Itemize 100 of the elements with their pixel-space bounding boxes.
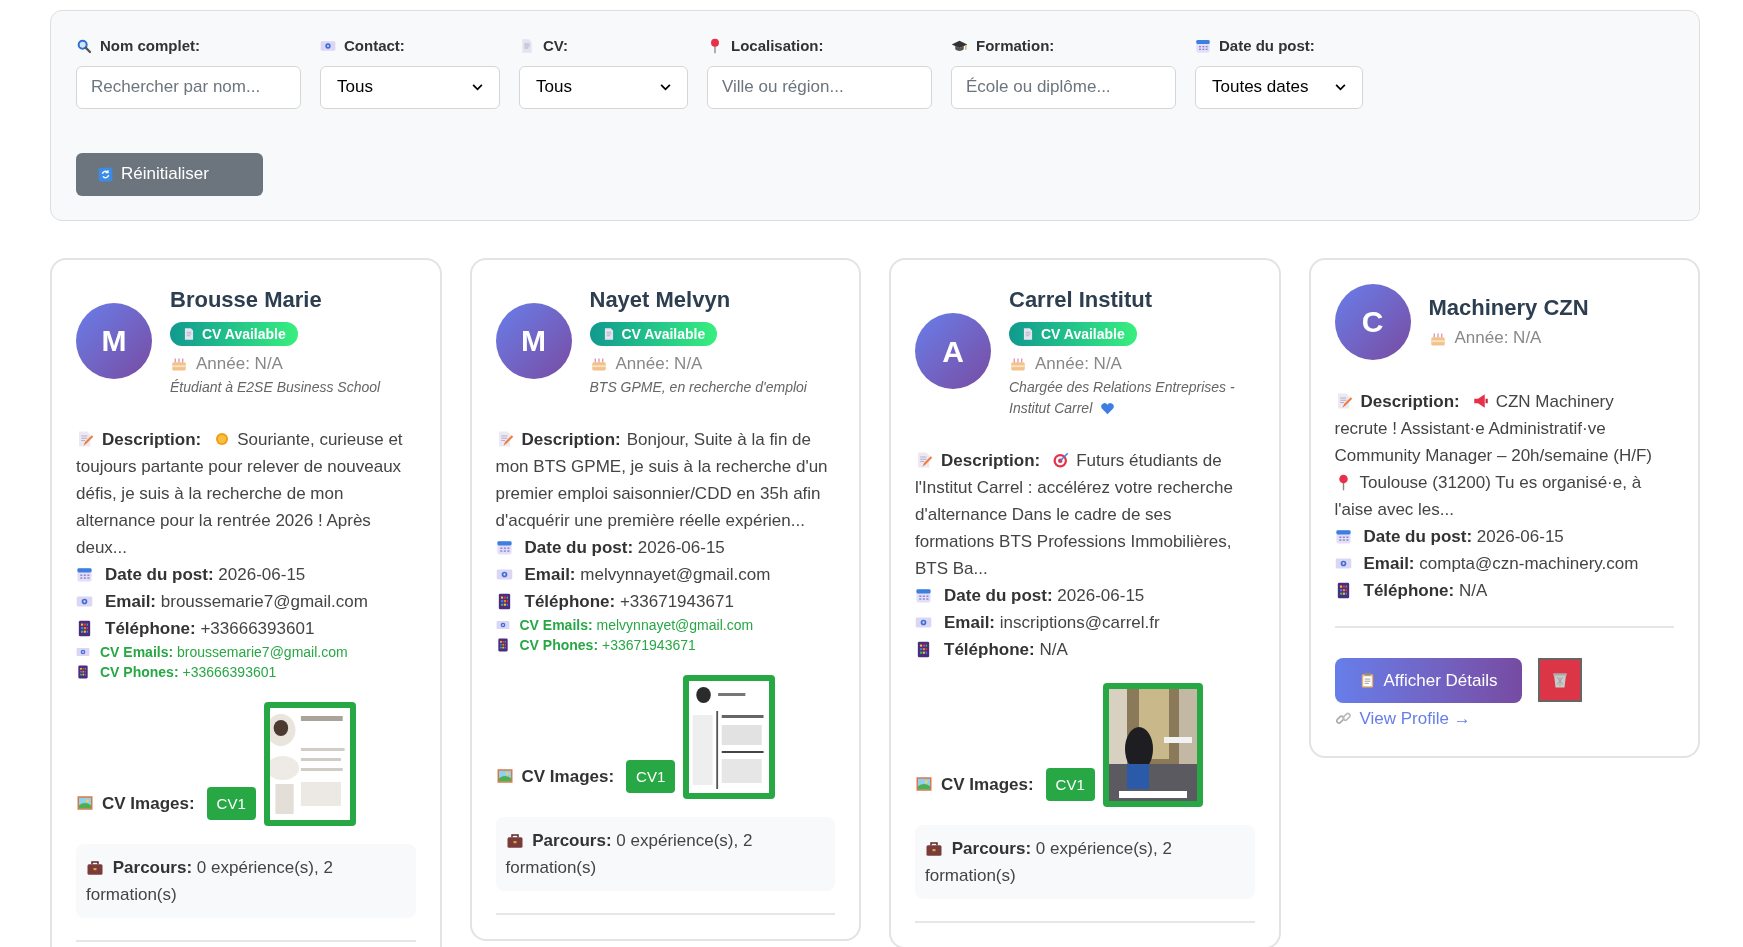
candidate-name: Brousse Marie bbox=[170, 285, 322, 314]
field-text: Téléphone: +33671943671 bbox=[524, 590, 734, 613]
delete-button[interactable] bbox=[1537, 658, 1582, 702]
field-text: Email: inscriptions@carrel.fr bbox=[944, 611, 1160, 634]
filter-label: Date du post: bbox=[1219, 36, 1315, 56]
cv-available-badge: CV Available bbox=[170, 321, 298, 346]
field-text: Téléphone: N/A bbox=[1363, 579, 1488, 602]
field-text: CV Phones: +33666393601 bbox=[100, 662, 277, 682]
cv-link-button[interactable]: CV1 bbox=[1045, 767, 1095, 801]
memo-icon bbox=[76, 430, 94, 448]
filter-label: Contact: bbox=[344, 36, 405, 56]
field-text: Date du post: 2026-06-15 bbox=[105, 563, 306, 586]
field-text: Téléphone: N/A bbox=[944, 638, 1068, 661]
cv-available-badge: CV Available bbox=[589, 321, 718, 346]
description-text: l'aise avec les... bbox=[1334, 498, 1455, 521]
candidate-name: Carrel Institut bbox=[1009, 285, 1153, 314]
description-label: Description: bbox=[521, 428, 621, 451]
document-icon bbox=[519, 38, 535, 55]
image-icon bbox=[76, 794, 94, 812]
filter-label: Formation: bbox=[976, 36, 1055, 56]
document-icon bbox=[182, 326, 196, 341]
filter-label: Nom complet: bbox=[100, 36, 200, 56]
memo-icon bbox=[915, 451, 933, 469]
description-label: Description: bbox=[941, 449, 1041, 472]
field-text: Date du post: 2026-06-15 bbox=[524, 536, 725, 559]
chevron-down-icon bbox=[472, 83, 483, 91]
cv-thumbnail[interactable] bbox=[1102, 682, 1203, 807]
cv-images-label: CV Images: bbox=[102, 792, 195, 815]
description-text: Bonjour, Suite à la fin de bbox=[626, 428, 811, 451]
cv-thumbnail[interactable] bbox=[263, 701, 356, 826]
parcours-text: Parcours: 0 expérience(s), 2 formation(s) bbox=[925, 837, 1173, 887]
candidate-name: Nayet Melvyn bbox=[589, 285, 731, 314]
input-field[interactable]: École ou diplôme... bbox=[951, 65, 1176, 109]
field-text: CV Phones: +33671943671 bbox=[519, 635, 696, 655]
avatar: M bbox=[76, 302, 152, 379]
calendar-icon bbox=[1195, 38, 1211, 55]
avatar: A bbox=[915, 313, 991, 389]
refresh-icon bbox=[98, 166, 113, 182]
description-text: toujours partante pour relever de nouveaux défis, je suis à la recherche de mon alternance pour la rentrée 2026 ! Après deux... bbox=[76, 455, 403, 559]
heart-icon bbox=[1100, 400, 1116, 416]
cv-link-button[interactable]: CV1 bbox=[206, 786, 256, 820]
description-text: l'Institut Carrel : accélérez votre recherche d'alternance Dans le cadre de ses formations BTS Professions Immobilières, BTS Ba... bbox=[915, 476, 1234, 580]
select-field[interactable]: Tous bbox=[519, 65, 688, 109]
input-field[interactable]: Ville ou région... bbox=[707, 65, 932, 109]
briefcase-icon bbox=[86, 859, 104, 877]
input-field[interactable]: Rechercher par nom... bbox=[76, 65, 301, 109]
chevron-down-icon bbox=[1335, 83, 1346, 91]
reset-button[interactable]: Réinitialiser bbox=[76, 152, 263, 196]
field-text: Téléphone: +33666393601 bbox=[105, 617, 315, 640]
image-icon bbox=[495, 767, 514, 785]
phone-icon bbox=[76, 664, 90, 679]
field-text: Date du post: 2026-06-15 bbox=[944, 584, 1145, 607]
briefcase-icon bbox=[505, 832, 524, 850]
select-field[interactable]: Tous bbox=[320, 65, 500, 109]
field-text: Email: broussemarie7@gmail.com bbox=[105, 590, 368, 613]
year-text: Année: N/A bbox=[1454, 327, 1542, 349]
view-profile-link[interactable]: View Profile → bbox=[1334, 704, 1471, 732]
calendar-icon bbox=[1334, 527, 1352, 545]
parcours-text: Parcours: 0 expérience(s), 2 formation(s) bbox=[505, 829, 754, 879]
description-label: Description: bbox=[1360, 390, 1460, 413]
headline-text: Chargée des Relations Entreprises - bbox=[1009, 377, 1235, 397]
avatar: M bbox=[495, 302, 572, 379]
candidate-name: Machinery CZN bbox=[1428, 294, 1589, 322]
headline-text: BTS GPME, en recherche d'emploi bbox=[589, 377, 807, 397]
calendar-icon bbox=[76, 565, 93, 583]
cv-thumbnail[interactable] bbox=[683, 674, 776, 799]
document-icon bbox=[1021, 326, 1035, 341]
phone-icon bbox=[495, 637, 510, 652]
description-text: CZN Machinery bbox=[1495, 390, 1614, 413]
field-text: CV Emails: melvynnayet@gmail.com bbox=[519, 615, 754, 635]
image-icon bbox=[915, 775, 933, 793]
avatar: C bbox=[1334, 283, 1411, 360]
trash-icon bbox=[1550, 671, 1569, 689]
cv-link-button[interactable]: CV1 bbox=[626, 759, 676, 793]
year-text: Année: N/A bbox=[615, 352, 703, 375]
filter-label: Localisation: bbox=[731, 36, 824, 56]
select-field[interactable]: Toutes dates bbox=[1195, 65, 1363, 109]
briefcase-icon bbox=[925, 840, 943, 858]
description-text: Futurs étudiants de bbox=[1076, 449, 1222, 472]
details-button[interactable]: Afficher Détails bbox=[1334, 657, 1522, 703]
year-text: Année: N/A bbox=[1035, 352, 1122, 375]
cv-available-badge: CV Available bbox=[1009, 321, 1137, 346]
chevron-down-icon bbox=[660, 83, 671, 91]
cv-images-label: CV Images: bbox=[521, 765, 615, 788]
description-text: Souriante, curieuse et bbox=[237, 428, 403, 451]
field-text: Email: melvynnayet@gmail.com bbox=[524, 563, 771, 586]
headline-text: Étudiant à E2SE Business School bbox=[170, 377, 381, 397]
year-text: Année: N/A bbox=[196, 352, 283, 375]
description-text: Toulouse (31200) Tu es organisé·e, à bbox=[1359, 471, 1642, 494]
parcours-text: Parcours: 0 expérience(s), 2 formation(s) bbox=[86, 856, 334, 906]
field-text: Date du post: 2026-06-15 bbox=[1363, 525, 1564, 548]
description-label: Description: bbox=[102, 428, 202, 451]
cv-images-label: CV Images: bbox=[941, 773, 1034, 796]
field-text: Email: compta@czn-machinery.com bbox=[1363, 552, 1639, 575]
calendar-icon bbox=[495, 538, 513, 556]
description-text: mon BTS GPME, je suis à la recherche d'un premier emploi saisonnier/CDD en 35h afin d'acquérir une première réelle expérien... bbox=[495, 455, 829, 532]
search-icon bbox=[76, 38, 92, 55]
phone-icon bbox=[76, 619, 93, 637]
calendar-icon bbox=[915, 586, 932, 604]
filter-label: CV: bbox=[543, 36, 568, 56]
